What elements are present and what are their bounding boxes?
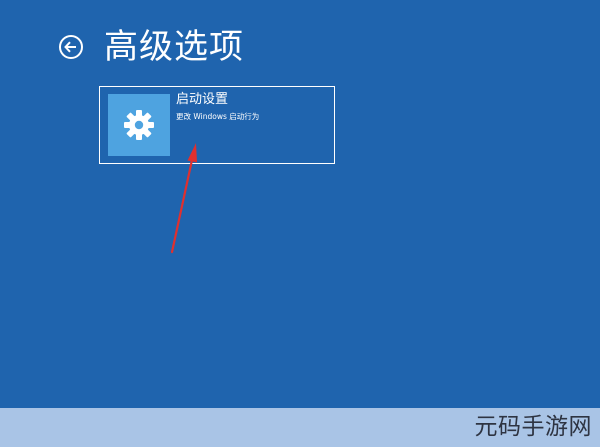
advanced-options-screen: 高级选项 启动设置 更改 Windows 启动行为 <box>0 0 600 408</box>
page-title: 高级选项 <box>104 27 244 67</box>
back-arrow-icon <box>64 41 76 53</box>
option-title: 启动设置 <box>176 92 229 107</box>
gear-icon <box>124 110 154 140</box>
watermark-text: 元码手游网 <box>474 414 592 440</box>
back-button[interactable] <box>59 35 83 59</box>
option-icon-box <box>108 94 170 156</box>
option-subtitle: 更改 Windows 启动行为 <box>176 112 260 121</box>
startup-settings-option[interactable]: 启动设置 更改 Windows 启动行为 <box>99 86 335 164</box>
